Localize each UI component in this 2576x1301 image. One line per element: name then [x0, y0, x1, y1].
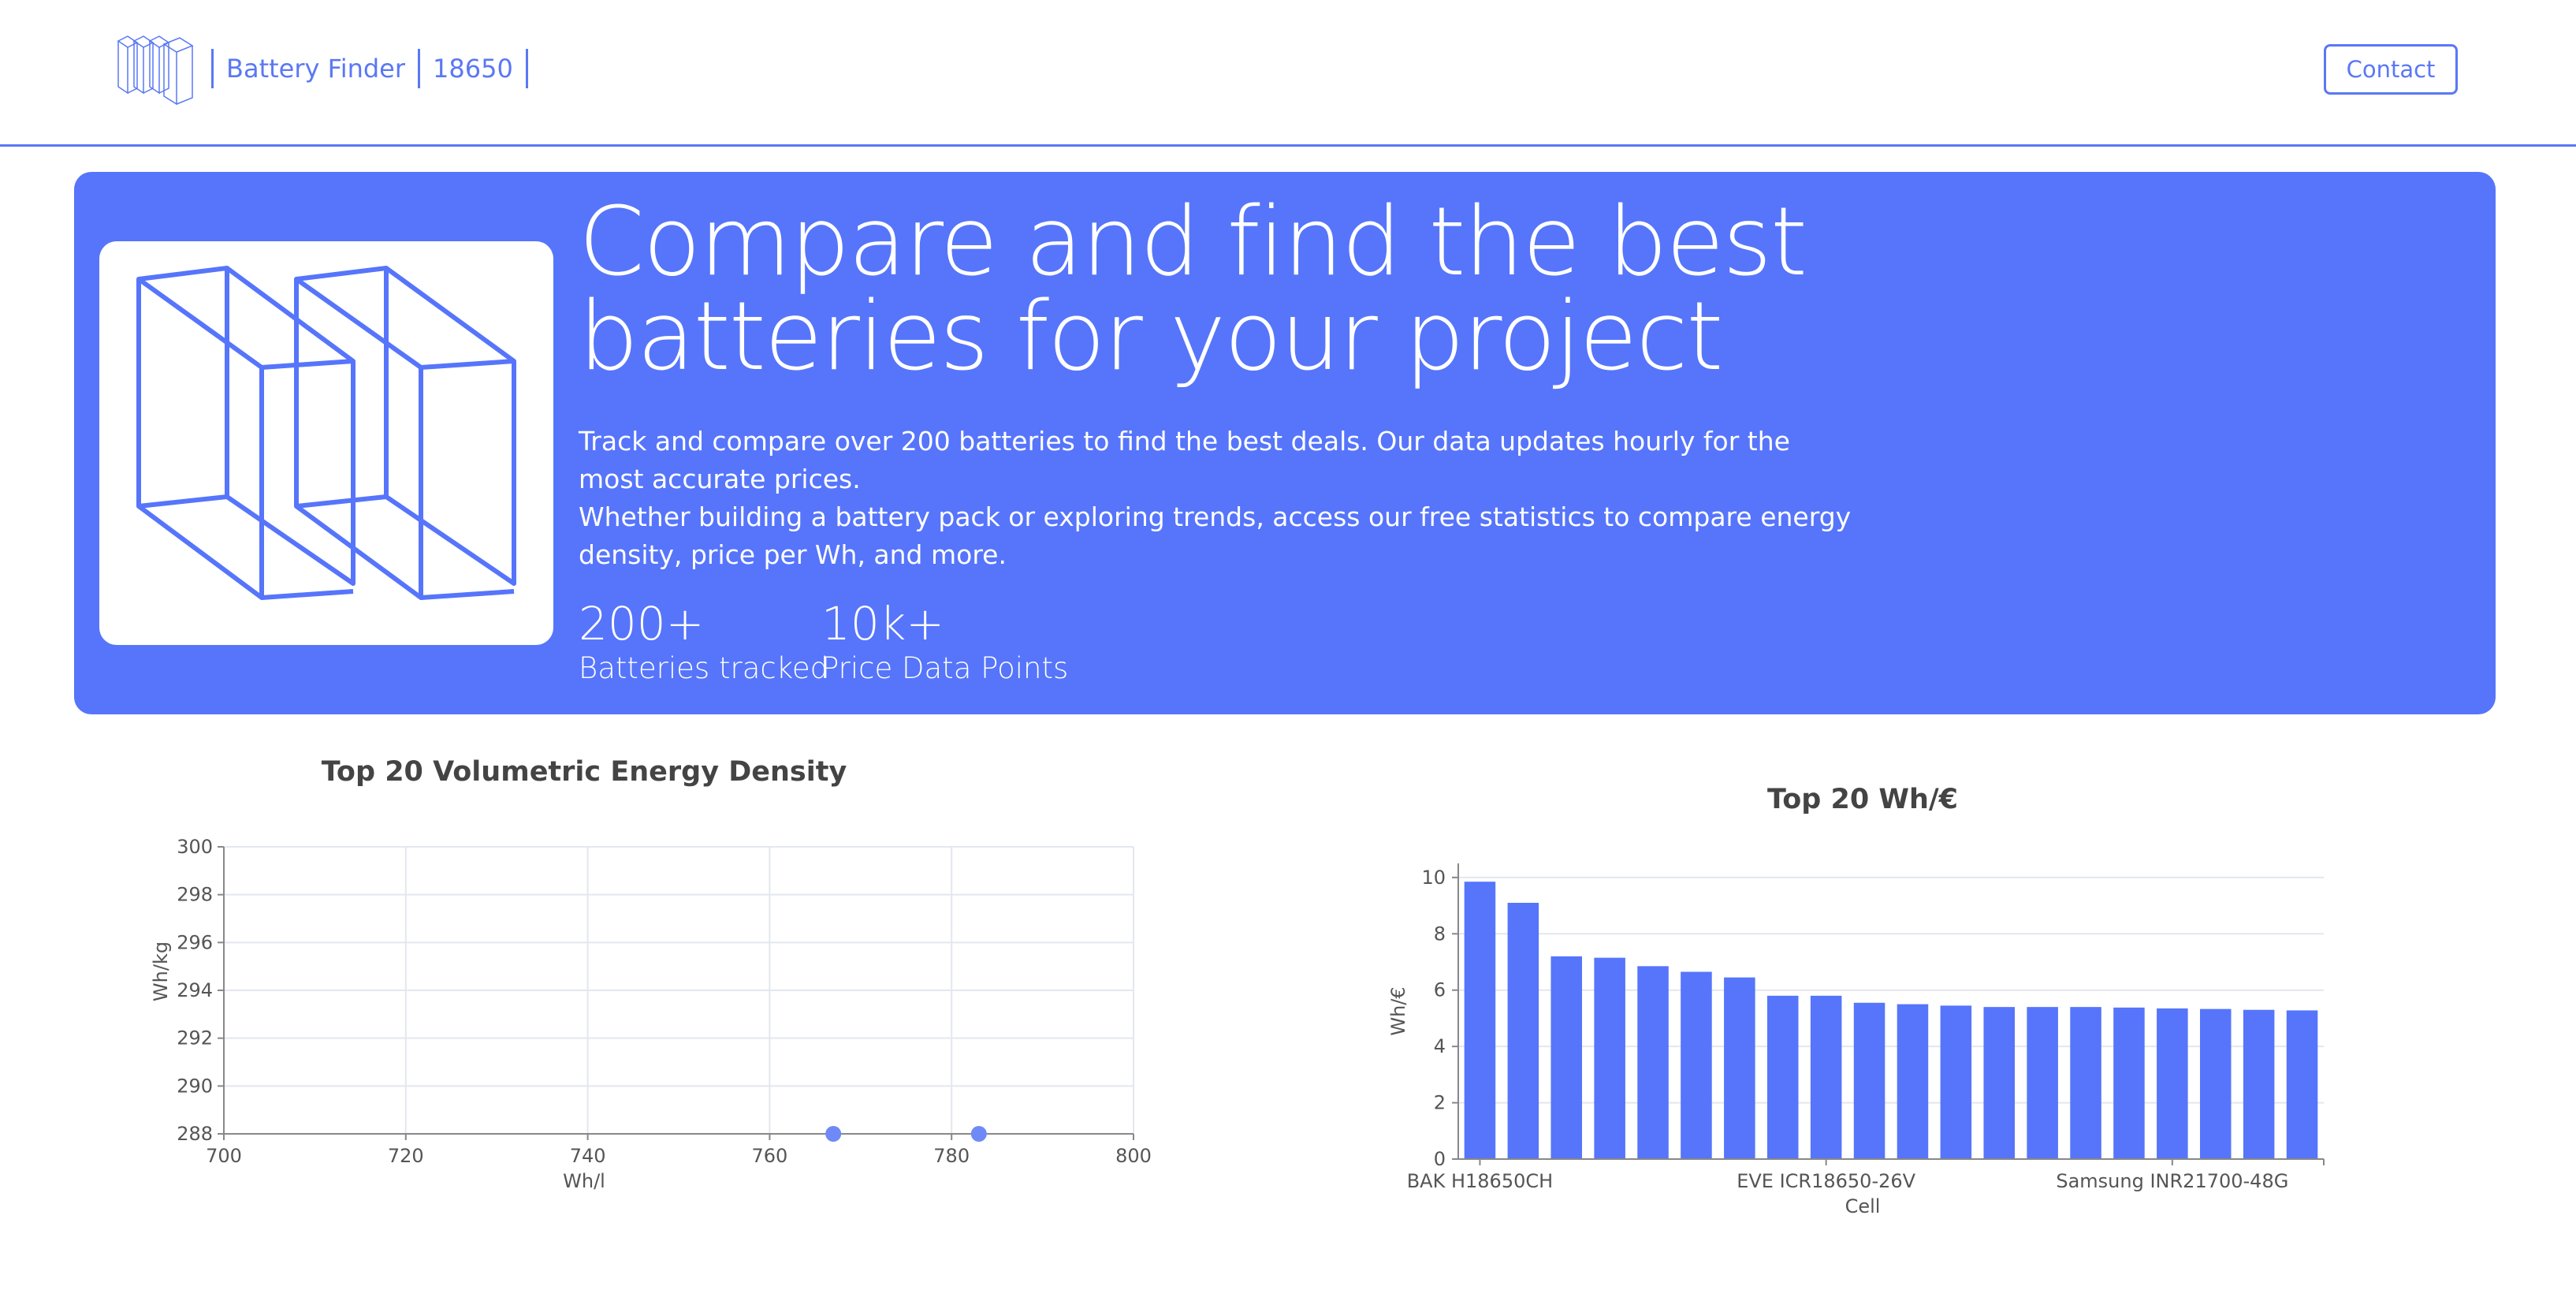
- scatter-plot: Top 20 Volumetric Energy Density 700 720 74…: [150, 756, 1152, 1192]
- x-tick-label: 700: [206, 1145, 242, 1167]
- data-point: [825, 1126, 842, 1142]
- y-tick-label: 4: [1434, 1035, 1446, 1057]
- brand-divider: [418, 49, 421, 88]
- bar: [2027, 1007, 2058, 1159]
- bar: [2113, 1007, 2145, 1159]
- wh-per-euro-chart: Top 20 Wh/€ 0 2 4 6 8 10 BAK H18650CH EVE ICR186…: [1372, 769, 2365, 1226]
- y-tick-label: 296: [177, 931, 213, 953]
- y-tick-label: 10: [1421, 867, 1446, 889]
- y-tick-label: 294: [177, 979, 213, 1001]
- y-tick-label: 6: [1434, 979, 1446, 1001]
- bar: [2070, 1007, 2101, 1159]
- bar: [1853, 1002, 1885, 1159]
- data-point: [970, 1126, 987, 1142]
- x-tick-label: 780: [933, 1145, 970, 1167]
- contact-button[interactable]: Contact: [2324, 44, 2458, 95]
- y-tick-label: 2: [1434, 1092, 1446, 1114]
- bar: [1810, 995, 1842, 1159]
- chart-title: Top 20 Volumetric Energy Density: [322, 756, 847, 788]
- brand-name-link[interactable]: Battery Finder: [226, 54, 405, 84]
- y-tick-label: 8: [1434, 923, 1446, 945]
- bar: [1681, 971, 1712, 1159]
- brand-divider: [525, 49, 528, 88]
- x-tick-label: 720: [388, 1145, 424, 1167]
- battery-logo-icon[interactable]: [117, 35, 195, 106]
- x-axis-label: Cell: [1845, 1195, 1881, 1217]
- y-tick-label: 300: [177, 836, 213, 858]
- hero-description: Track and compare over 200 batteries to …: [579, 423, 1856, 574]
- volumetric-density-chart: Top 20 Volumetric Energy Density 700 720 74…: [126, 741, 1182, 1214]
- bar: [2157, 1008, 2188, 1159]
- bar: [1940, 1005, 1972, 1159]
- x-tick-label: BAK H18650CH: [1407, 1170, 1553, 1192]
- battery-cells-icon: [136, 266, 516, 600]
- x-tick-label: 760: [751, 1145, 787, 1167]
- y-tick-label: 0: [1434, 1148, 1446, 1170]
- y-tick-label: 292: [177, 1027, 213, 1049]
- hero-title-line: Compare and find the best: [579, 188, 1807, 297]
- stat-value: 200+: [579, 597, 705, 650]
- bar-plot: Top 20 Wh/€ 0 2 4 6 8 10 BAK H18650CH EVE ICR186…: [1387, 784, 2325, 1217]
- hero-image: [99, 241, 553, 645]
- brand-nav: Battery Finder 18650: [211, 49, 541, 88]
- stat-price-points: 10k+ Price Data Points: [821, 596, 1068, 686]
- hero-desc-paragraph: Track and compare over 200 batteries to …: [579, 426, 1790, 494]
- hero-desc-paragraph: Whether building a battery pack or explo…: [579, 501, 1852, 570]
- chart-title: Top 20 Wh/€: [1767, 784, 1958, 815]
- bar: [1594, 957, 1625, 1159]
- hero-title: Compare and find the best batteries for …: [579, 196, 1840, 385]
- stat-batteries: 200+ Batteries tracked: [579, 596, 828, 686]
- x-tick-label: Samsung INR21700-48G: [2056, 1170, 2288, 1192]
- x-tick-label: 740: [570, 1145, 606, 1167]
- y-axis-label: Wh/kg: [150, 941, 172, 1001]
- y-tick-label: 290: [177, 1075, 213, 1097]
- brand-divider: [211, 49, 214, 88]
- y-axis-label: Wh/€: [1387, 986, 1409, 1035]
- x-tick-label: EVE ICR18650-26V: [1737, 1170, 1915, 1192]
- bar: [1550, 956, 1583, 1159]
- bar: [2243, 1009, 2275, 1159]
- format-link[interactable]: 18650: [433, 54, 513, 84]
- stat-label: Price Data Points: [821, 651, 1069, 685]
- bar: [1464, 882, 1496, 1159]
- hero-title-line: batteries for your project: [579, 282, 1723, 392]
- bar: [1897, 1004, 1929, 1159]
- stat-value: 10k+: [821, 597, 944, 650]
- x-axis-label: Wh/l: [563, 1170, 605, 1192]
- bar: [1724, 977, 1755, 1159]
- y-tick-label: 288: [177, 1123, 213, 1145]
- bar: [1637, 966, 1669, 1159]
- stat-label: Batteries tracked: [579, 651, 829, 685]
- site-header: Battery Finder 18650 Contact: [0, 0, 2576, 147]
- hero-banner: Compare and find the best batteries for …: [74, 172, 2496, 714]
- y-tick-label: 298: [177, 884, 213, 906]
- x-tick-label: 800: [1115, 1145, 1152, 1167]
- bar: [1507, 903, 1539, 1159]
- bar: [1766, 995, 1799, 1159]
- bar: [2199, 1008, 2232, 1159]
- bar: [1983, 1007, 2016, 1159]
- bar: [2286, 1010, 2318, 1159]
